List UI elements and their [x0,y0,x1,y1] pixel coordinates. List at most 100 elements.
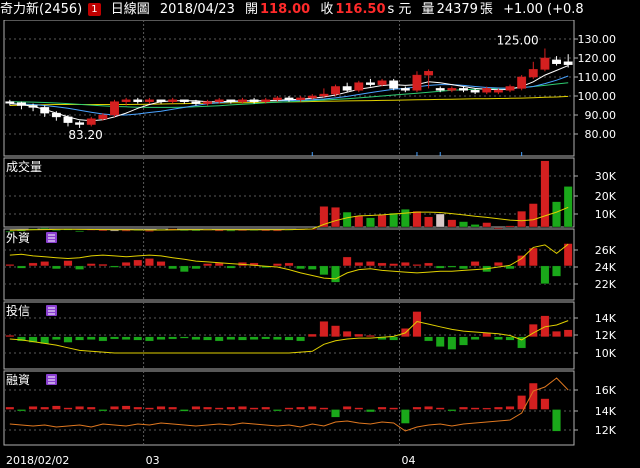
foreign-net-bar [5,264,15,267]
foreign-net-bar [17,265,26,269]
margin-net-bar [296,406,305,410]
margin-net-bar [459,406,468,410]
candle-body [5,101,15,104]
candle-body [517,76,527,89]
margin-net-bar [319,407,329,410]
investment_trust-net-bar [133,336,143,341]
volume-bar [273,229,282,232]
margin-net-bar [389,407,399,410]
x-axis-label: 03 [146,454,160,467]
price-tick-label: 90.00 [585,109,617,122]
margin-net-bar [354,407,364,410]
investment_trust-net-bar [389,336,399,341]
investment_trust-net-bar [226,336,236,340]
price-annotation: 125.00 [497,34,539,48]
candle-body [51,112,61,118]
foreign-net-bar [342,256,352,267]
margin-net-bar [424,406,433,410]
candle-body [272,97,282,101]
volume-bar [366,217,375,228]
candle-body [447,88,457,91]
candle-body [156,99,166,102]
foreign-net-bar [110,265,119,268]
candle-body [121,99,131,102]
quote-date: 2018/04/23 [159,2,235,17]
investment_trust-net-bar [249,336,259,340]
margin-net-bar [156,406,166,410]
stock-name: 奇力新(2456) [0,2,83,17]
foreign-net-bar [28,262,38,267]
candle-body [552,59,561,64]
investment_trust-net-bar [191,336,201,340]
margin-net-bar [377,406,387,410]
margin-net-bar [226,406,236,410]
foreign-net-bar [447,265,457,268]
candle-body [203,101,213,104]
margin-tick-label: 16K [595,384,617,397]
candle-body [214,99,224,102]
investment_trust-net-bar [342,331,352,337]
stock-chart[interactable]: 130.00 120.00 110.00 100.00 90.00 80.00 125.00… [0,20,640,468]
investment_trust-net-bar [459,336,468,346]
alert-badge[interactable]: 1 [88,3,101,16]
chart-type-label[interactable]: 日線圖 [111,0,150,20]
foreign-net-bar [377,262,387,267]
volume-tick-label: 10K [595,208,617,221]
foreign-net-bar [296,265,305,270]
margin-net-bar [249,407,259,410]
candle-body [400,88,410,91]
close-label: 收 [320,2,334,17]
candle-body [238,99,247,102]
investment_trust-net-bar [86,336,96,340]
investment_trust-net-bar [203,336,212,341]
candle-body [319,93,329,97]
margin-net-bar [540,398,550,410]
quote-header: 奇力新(2456) 1 日線圖 2018/04/23 開 118.00 收 116.5… [0,0,640,20]
volume-bar [563,186,573,228]
investment_trust-net-bar [319,321,329,337]
margin-net-bar [494,406,503,410]
volume-bar [494,227,503,229]
price-candle [354,80,364,93]
x-axis-label: 04 [402,454,416,467]
margin-net-bar [447,409,457,412]
candle-body [342,86,352,91]
foreign-net-bar [226,265,236,269]
investment_trust-tick-label: 14K [595,312,617,325]
foreign-net-bar [331,265,340,283]
volume-bar [145,230,154,232]
foreign-net-bar [179,265,189,273]
investment_trust-net-bar [238,336,247,341]
candle-body [563,61,573,65]
foreign-net-bar [203,263,212,267]
margin-net-bar [552,409,561,432]
volume-bar [400,209,410,228]
margin-net-bar [98,409,108,412]
foreign-net-bar [168,265,178,270]
volume-unit: 張 [479,2,493,17]
margin-net-bar [435,407,445,410]
foreign-tick-label: 26K [595,244,617,257]
foreign-net-bar [63,260,73,267]
volume-bar [226,230,236,232]
volume-bar [121,230,131,232]
foreign-net-bar [86,263,96,267]
volume-bar [470,224,480,228]
margin-net-bar [145,407,154,410]
price-tick-label: 130.00 [578,33,617,46]
volume-bar [75,230,84,232]
margin-net-bar [203,406,212,410]
investment_trust-net-bar [494,336,503,340]
volume-label: 量 [421,2,435,17]
candle-body [435,88,445,91]
investment_trust-net-bar [5,335,15,337]
candle-body [470,90,480,93]
candle-body [505,86,515,91]
investment_trust-net-bar [52,336,61,340]
investment_trust-net-bar [145,336,154,342]
margin-net-bar [52,405,61,410]
foreign-net-bar [435,265,445,269]
volume-bar [40,227,50,229]
volume-bar [354,215,364,228]
margin-net-bar [284,407,294,410]
